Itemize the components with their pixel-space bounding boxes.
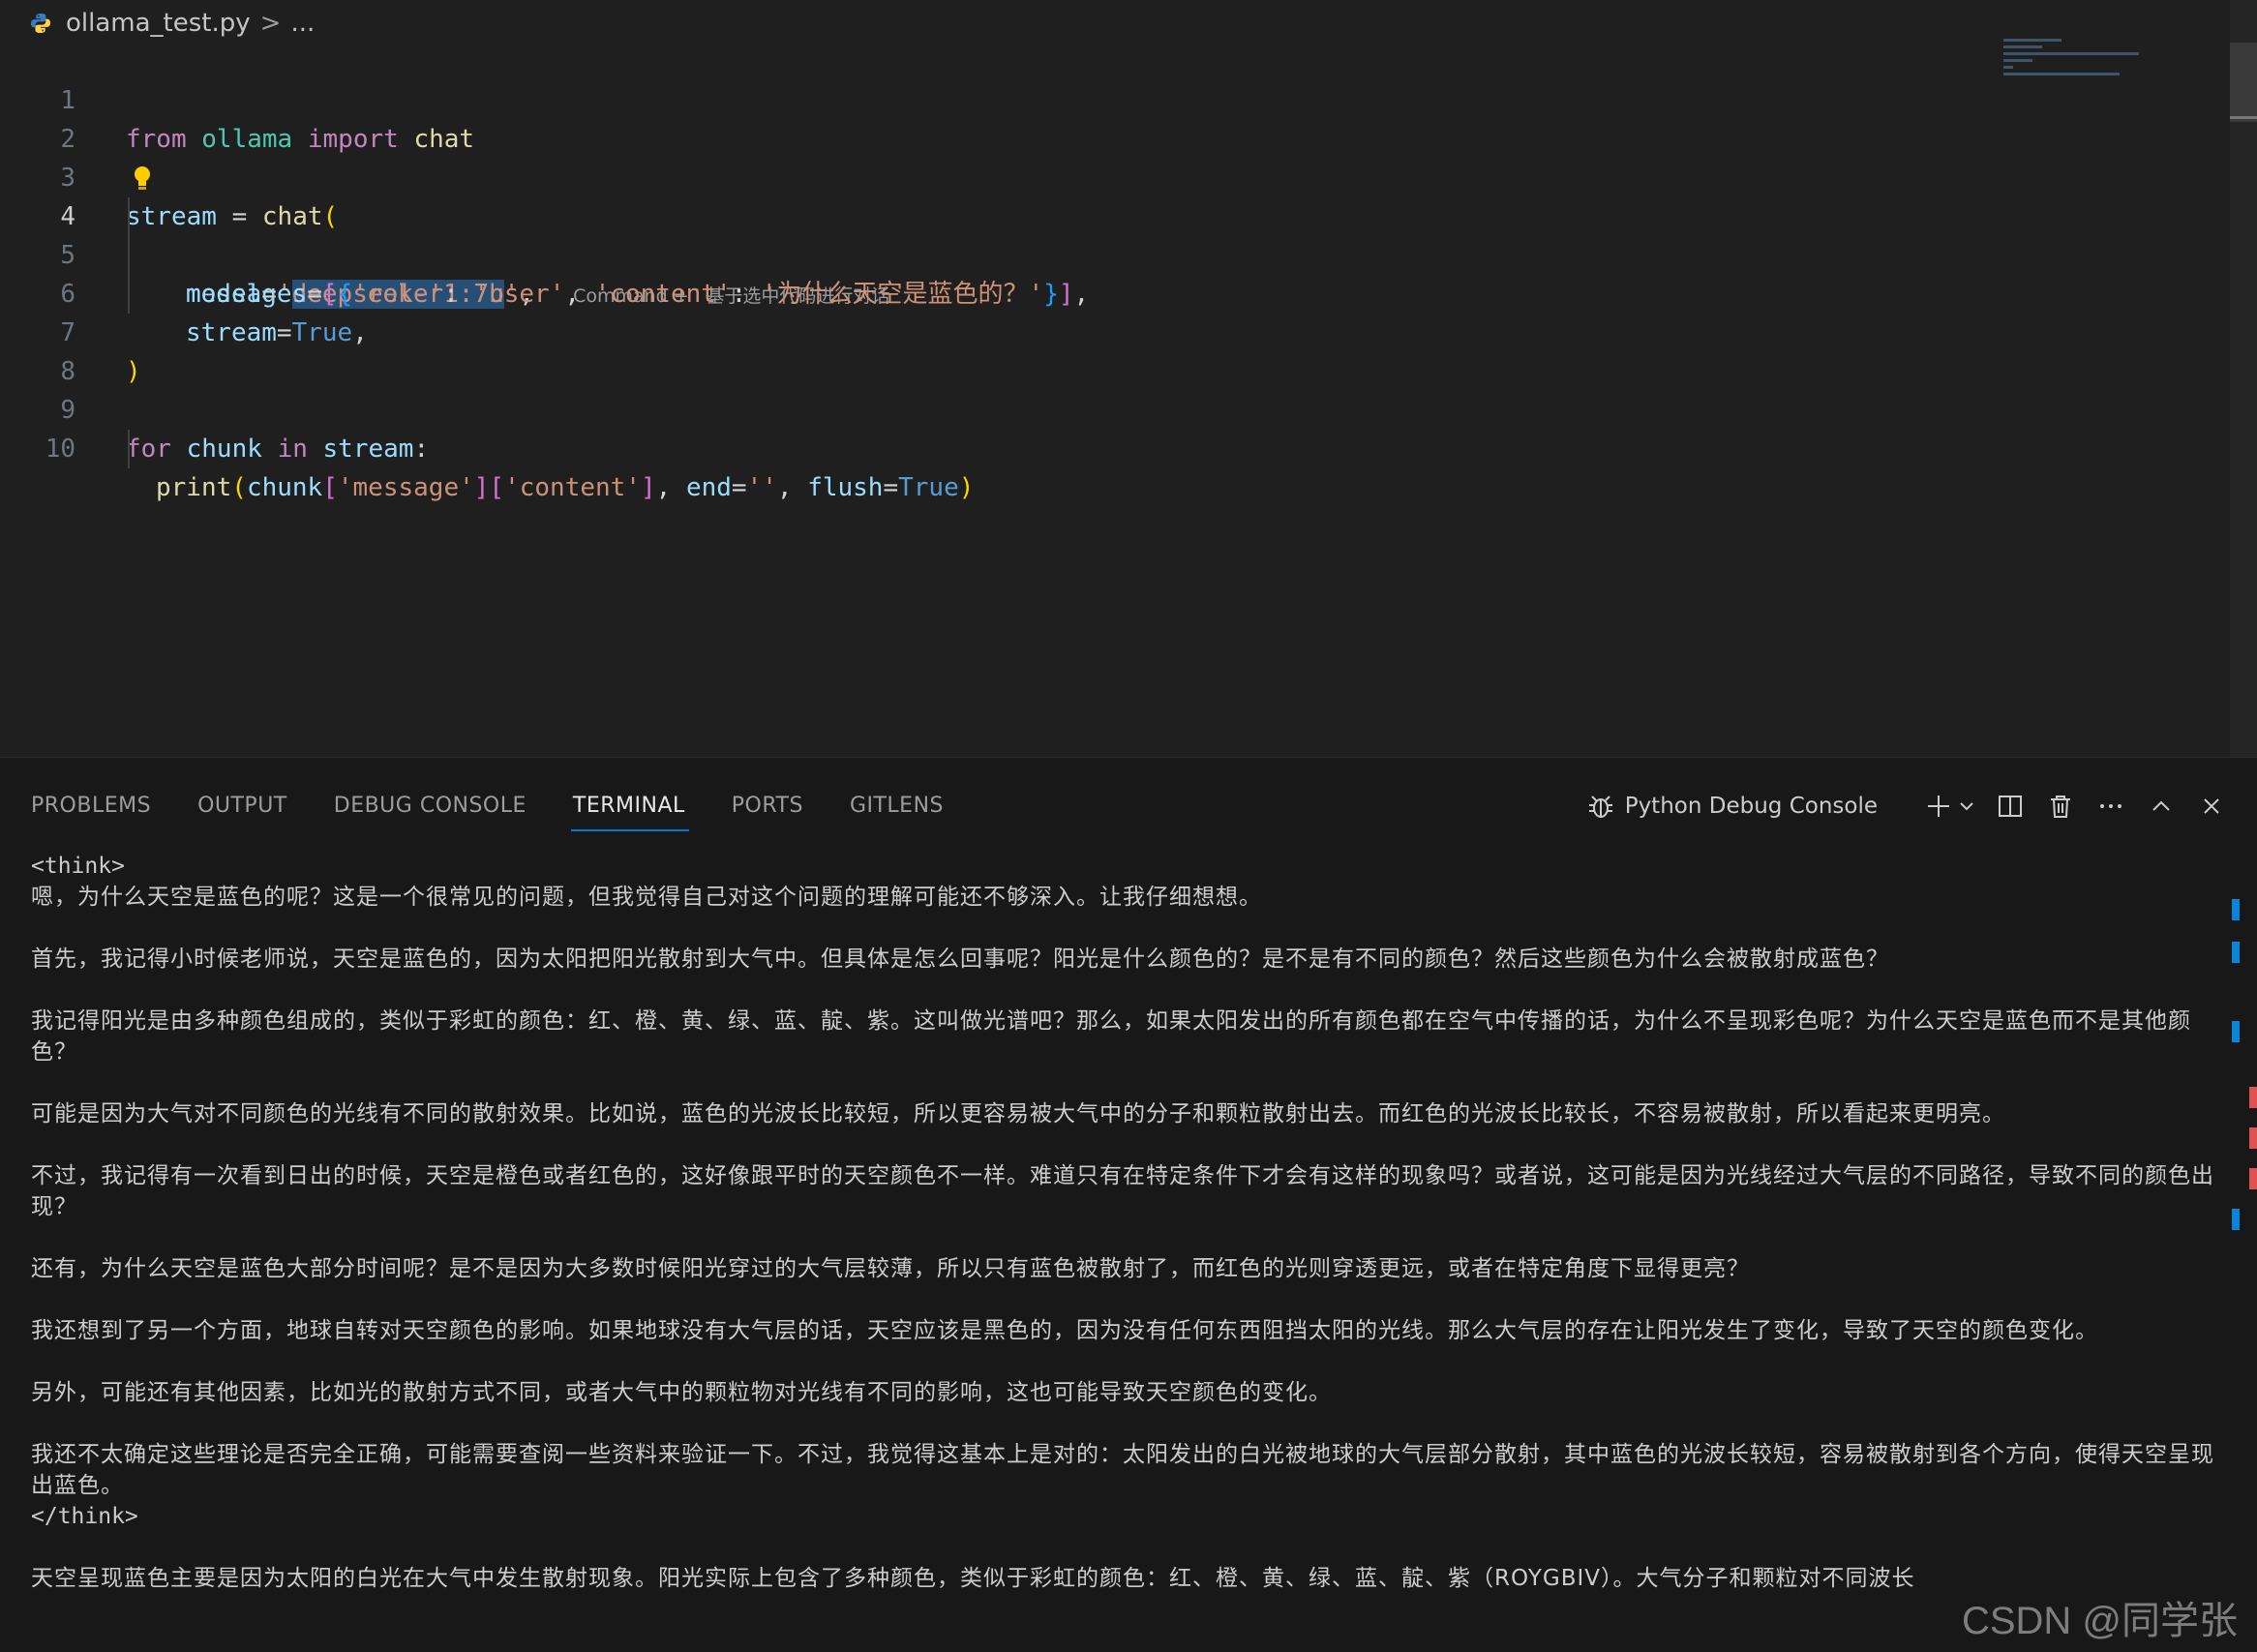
token: print [156, 473, 232, 502]
terminal-paragraph: 另外，可能还有其他因素，比如光的散射方式不同，或者大气中的颗粒物对光线有不同的影… [31, 1380, 1332, 1405]
terminal-paragraph: 我还想到了另一个方面，地球自转对天空颜色的影响。如果地球没有大气层的话，天空应该… [31, 1318, 2098, 1343]
tab-terminal[interactable]: TERMINAL [570, 781, 689, 831]
trash-icon[interactable] [2044, 790, 2077, 823]
token: [ [489, 473, 505, 502]
tab-ports[interactable]: PORTS [732, 781, 803, 831]
code-line-active[interactable]: 4 model='deepseek-r1:7b', Command + I 基于选… [0, 159, 2216, 309]
bottom-panel: PROBLEMS OUTPUT DEBUG CONSOLE TERMINAL P… [0, 757, 2257, 1652]
token: [ [322, 473, 338, 502]
terminal-paragraph: 嗯，为什么天空是蓝色的呢？这是一个很常见的问题，但我觉得自己对这个问题的理解可能… [31, 885, 1262, 910]
tab-output[interactable]: OUTPUT [197, 781, 287, 831]
scroll-marker [2232, 942, 2240, 963]
tab-problems[interactable]: PROBLEMS [31, 781, 151, 831]
token: True [898, 473, 959, 502]
token: chunk [186, 435, 262, 464]
breadcrumb-separator: > [259, 9, 282, 38]
line-number: 10 [45, 435, 75, 464]
code-line[interactable]: 10 print(chunk['message']['content'], en… [0, 391, 2216, 502]
token: for [126, 435, 171, 464]
more-icon[interactable] [2094, 790, 2127, 823]
code-line[interactable]: 1 from ollama import chat [0, 43, 2216, 154]
scroll-marker [2249, 1168, 2257, 1189]
code-line[interactable]: 6 stream=True, [0, 236, 2216, 347]
think-open-tag: <think> [31, 854, 125, 879]
indent-guide [128, 430, 130, 468]
chevron-down-icon[interactable] [1957, 790, 1976, 823]
token: ] [473, 473, 490, 502]
indent-guide [128, 197, 130, 314]
terminal-paragraph: 还有，为什么天空是蓝色大部分时间呢？是不是因为大多数时候阳光穿过的大气层较薄，所… [31, 1256, 1750, 1281]
terminal-paragraph: 首先，我记得小时候老师说，天空是蓝色的，因为太阳把阳光散射到大气中。但具体是怎么… [31, 946, 1889, 972]
terminal-paragraph: 不过，我记得有一次看到日出的时候，天空是橙色或者红色的，这好像跟平时的天空颜色不… [31, 1163, 2214, 1219]
terminal-paragraph: 我还不太确定这些理论是否完全正确，可能需要查阅一些资料来验证一下。不过，我觉得这… [31, 1442, 2214, 1498]
code-line[interactable]: 8 [0, 314, 2216, 386]
token: stream [322, 435, 414, 464]
token: in [277, 435, 308, 464]
token: '' [746, 473, 777, 502]
terminal-output[interactable]: <think> 嗯，为什么天空是蓝色的呢？这是一个很常见的问题，但我觉得自己对这… [31, 851, 2228, 1594]
tab-debug-console[interactable]: DEBUG CONSOLE [334, 781, 527, 831]
panel-tabs: PROBLEMS OUTPUT DEBUG CONSOLE TERMINAL P… [31, 781, 990, 831]
tab-gitlens[interactable]: GITLENS [850, 781, 944, 831]
token: 'message' [337, 473, 474, 502]
token: ) [958, 473, 975, 502]
token: chunk [246, 473, 323, 502]
code-line[interactable]: 2 [0, 81, 2216, 154]
token: ( [231, 473, 247, 502]
scroll-marker [2249, 1087, 2257, 1108]
code-line[interactable]: 9 for chunk in stream: [0, 352, 2216, 464]
token: = [731, 473, 747, 502]
token: : [413, 435, 430, 464]
terminal-selector[interactable]: Python Debug Console [1625, 794, 1878, 819]
code-line[interactable]: 7 ) [0, 275, 2216, 386]
scroll-marker [2232, 1209, 2240, 1230]
editor-scrollbar-thumb[interactable] [2230, 43, 2257, 122]
chevron-up-icon[interactable] [2145, 790, 2178, 823]
lightbulb-icon[interactable] [132, 165, 153, 192]
token: flush [807, 473, 884, 502]
terminal-paragraph: 我记得阳光是由多种颜色组成的，类似于彩虹的颜色：红、橙、黄、绿、蓝、靛、紫。这叫… [31, 1008, 2191, 1065]
terminal-paragraph: 天空呈现蓝色主要是因为太阳的白光在大气中发生散射现象。阳光实际上包含了多种颜色，… [31, 1566, 1915, 1591]
breadcrumb-file[interactable]: ollama_test.py [66, 9, 251, 38]
debug-icon [1584, 790, 1617, 823]
close-icon[interactable] [2195, 790, 2228, 823]
code-editor[interactable]: 1 from ollama import chat 2 3 stream = c… [0, 43, 2216, 502]
split-terminal-icon[interactable] [1994, 790, 2027, 823]
token: 'content' [504, 473, 641, 502]
python-file-icon [29, 12, 52, 35]
code-line[interactable]: 5 messages=[{'role': 'user', 'content': … [0, 197, 2216, 309]
terminal-paragraph: 可能是因为大气对不同颜色的光线有不同的散射效果。比如说，蓝色的光波长比较短，所以… [31, 1101, 2005, 1126]
scroll-marker [2249, 1127, 2257, 1149]
token: , [655, 473, 686, 502]
breadcrumb: ollama_test.py > ... [29, 6, 315, 41]
panel-toolbar: Python Debug Console [1567, 779, 2228, 833]
scroll-marker [2232, 1021, 2240, 1042]
code-line[interactable]: 3 stream = chat( [0, 120, 2216, 231]
editor-area[interactable]: ollama_test.py > ... 1 from ollama impor… [0, 0, 2257, 757]
token: ] [640, 473, 656, 502]
plus-icon[interactable] [1922, 790, 1955, 823]
token: = [883, 473, 899, 502]
think-close-tag: </think> [31, 1504, 138, 1529]
token: , [776, 473, 808, 502]
editor-overview-ruler-line [2230, 116, 2257, 119]
breadcrumb-symbols[interactable]: ... [290, 9, 315, 38]
scroll-marker [2232, 899, 2240, 920]
watermark: CSDN @同学张 [1961, 1600, 2238, 1642]
token: end [685, 473, 732, 502]
